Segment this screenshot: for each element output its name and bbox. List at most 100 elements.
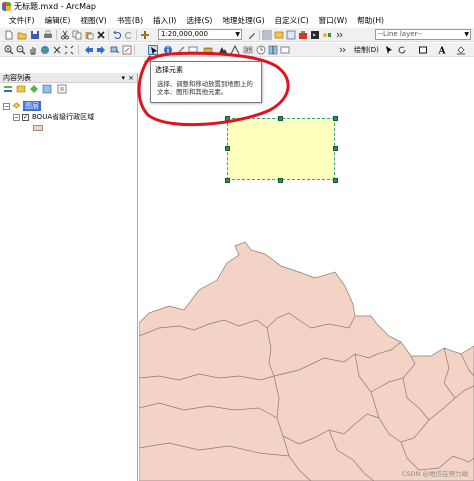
chevron-down-icon: ▼ [235, 31, 240, 38]
resize-handle-bottom-left[interactable] [225, 178, 230, 183]
chevron-down-icon: ▼ [464, 31, 469, 38]
tooltip-title: 选择元素 [155, 66, 183, 74]
tools-toolbar: XY 绘制(D) A [0, 43, 474, 57]
paste-icon[interactable] [84, 30, 94, 40]
rectangle-icon[interactable] [418, 45, 428, 55]
identify-icon[interactable] [163, 45, 173, 55]
resize-handle-top-left[interactable] [225, 116, 230, 121]
menu-edit[interactable]: 编辑(E) [39, 15, 75, 26]
pan-hand-icon[interactable] [28, 45, 38, 55]
time-slider-icon[interactable] [256, 45, 266, 55]
delete-icon[interactable] [96, 30, 106, 40]
back-extent-icon[interactable] [84, 45, 94, 55]
close-icon[interactable]: × [128, 73, 134, 83]
menu-bar: 文件(F) 编辑(E) 视图(V) 书签(B) 插入(I) 选择(S) 地理处理… [0, 14, 474, 27]
data-frame-row[interactable]: − 图层 [3, 101, 41, 111]
selected-graphic-element[interactable] [227, 118, 335, 180]
menu-geoprocessing[interactable]: 地理处理(G) [217, 15, 269, 26]
resize-handle-bottom[interactable] [278, 178, 283, 183]
tooltip-description-line1: 选择、调整和移动放置到地图上的 [157, 80, 253, 88]
map-scale-dropdown[interactable]: 1:20,000,000 ▼ [158, 29, 242, 40]
clear-selection-icon[interactable] [122, 45, 132, 55]
layer-name[interactable]: BOUA省级行政区域 [32, 112, 94, 122]
menu-selection[interactable]: 选择(S) [181, 15, 217, 26]
toc-options-icon[interactable] [57, 84, 67, 94]
collapse-icon[interactable]: − [3, 102, 10, 110]
resize-handle-top-right[interactable] [333, 116, 338, 121]
add-data-icon[interactable] [140, 30, 150, 40]
menu-help[interactable]: 帮助(H) [352, 15, 389, 26]
list-by-selection-icon[interactable] [42, 84, 52, 94]
search-window-icon[interactable] [286, 30, 296, 40]
open-folder-icon[interactable] [17, 30, 27, 40]
new-document-icon[interactable] [4, 30, 14, 40]
map-view[interactable] [139, 58, 474, 481]
print-icon[interactable] [43, 30, 53, 40]
rotate-icon[interactable] [397, 45, 407, 55]
python-window-icon[interactable] [310, 30, 320, 40]
toolbar-options-icon[interactable] [334, 30, 344, 40]
toolbar-options-icon[interactable] [337, 45, 347, 55]
redo-icon[interactable] [124, 30, 134, 40]
list-by-visibility-icon[interactable] [29, 84, 39, 94]
zoom-out-icon[interactable] [16, 45, 26, 55]
title-bar: 无标题.mxd - ArcMap [0, 0, 474, 13]
cut-icon[interactable] [60, 30, 70, 40]
text-icon[interactable]: A [437, 45, 447, 56]
menu-insert[interactable]: 插入(I) [148, 15, 181, 26]
svg-text:XY: XY [245, 48, 252, 54]
province-polygons [139, 241, 474, 481]
line-layer-dropdown[interactable]: --Line layer-- ▼ [375, 29, 471, 40]
menu-windows[interactable]: 窗口(W) [314, 15, 353, 26]
list-by-source-icon[interactable] [16, 84, 26, 94]
modelbuilder-icon[interactable] [322, 30, 332, 40]
fixed-zoom-out-icon[interactable] [64, 45, 74, 55]
select-elements-arrow-icon[interactable] [384, 45, 394, 55]
resize-handle-right[interactable] [333, 146, 338, 151]
toc-header: 内容列表 ▾ × [0, 73, 137, 83]
undo-icon[interactable] [112, 30, 122, 40]
editor-toolbar-icon[interactable] [247, 30, 257, 40]
table-of-contents-icon[interactable] [262, 30, 272, 40]
go-to-xy-icon[interactable]: XY [243, 45, 253, 55]
menu-bookmarks[interactable]: 书签(B) [112, 15, 148, 26]
resize-handle-bottom-right[interactable] [333, 178, 338, 183]
select-features-icon[interactable] [110, 45, 120, 55]
full-extent-globe-icon[interactable] [40, 45, 50, 55]
measure-icon[interactable] [203, 45, 213, 55]
select-elements-arrow-icon[interactable] [148, 45, 158, 55]
fill-color-icon[interactable] [456, 45, 466, 55]
drawing-menu[interactable]: 绘制(D) [354, 45, 379, 55]
zoom-in-icon[interactable] [4, 45, 14, 55]
resize-handle-top[interactable] [278, 116, 283, 121]
fixed-zoom-in-icon[interactable] [52, 45, 62, 55]
line-layer-value: --Line layer-- [378, 30, 423, 38]
hyperlink-icon[interactable] [176, 45, 186, 55]
toc-toolbar [0, 83, 137, 94]
layer-visibility-checkbox[interactable]: ✓ [22, 113, 29, 121]
menu-view[interactable]: 视图(V) [75, 15, 111, 26]
viewer-window-icon[interactable] [280, 45, 290, 55]
find-route-icon[interactable] [230, 45, 240, 55]
collapse-icon[interactable]: − [13, 113, 20, 121]
resize-handle-left[interactable] [225, 146, 230, 151]
list-by-drawing-order-icon[interactable] [3, 84, 13, 94]
select-elements-tooltip: 选择元素 选择、调整和移动放置到地图上的 文本、图形和其他元素。 [150, 61, 262, 103]
copy-icon[interactable] [72, 30, 82, 40]
forward-extent-icon[interactable] [96, 45, 106, 55]
menu-file[interactable]: 文件(F) [4, 15, 39, 26]
swipe-icon[interactable] [268, 45, 278, 55]
find-icon[interactable] [218, 45, 228, 55]
standard-toolbar: 1:20,000,000 ▼ --Line layer-- ▼ [0, 28, 474, 42]
toc-title: 内容列表 [3, 74, 31, 82]
catalog-icon[interactable] [274, 30, 284, 40]
html-popup-icon[interactable] [188, 45, 198, 55]
data-frame-label[interactable]: 图层 [23, 101, 41, 111]
pin-icon[interactable]: ▾ [121, 73, 125, 83]
layer-row[interactable]: − ✓ BOUA省级行政区域 [13, 112, 94, 122]
svg-text:A: A [438, 47, 447, 56]
save-icon[interactable] [30, 30, 40, 40]
menu-customize[interactable]: 自定义(C) [270, 15, 314, 26]
arctoolbox-icon[interactable] [298, 30, 308, 40]
table-of-contents-panel: 内容列表 ▾ × − 图层 − ✓ BOUA省级行政区域 [0, 73, 138, 481]
